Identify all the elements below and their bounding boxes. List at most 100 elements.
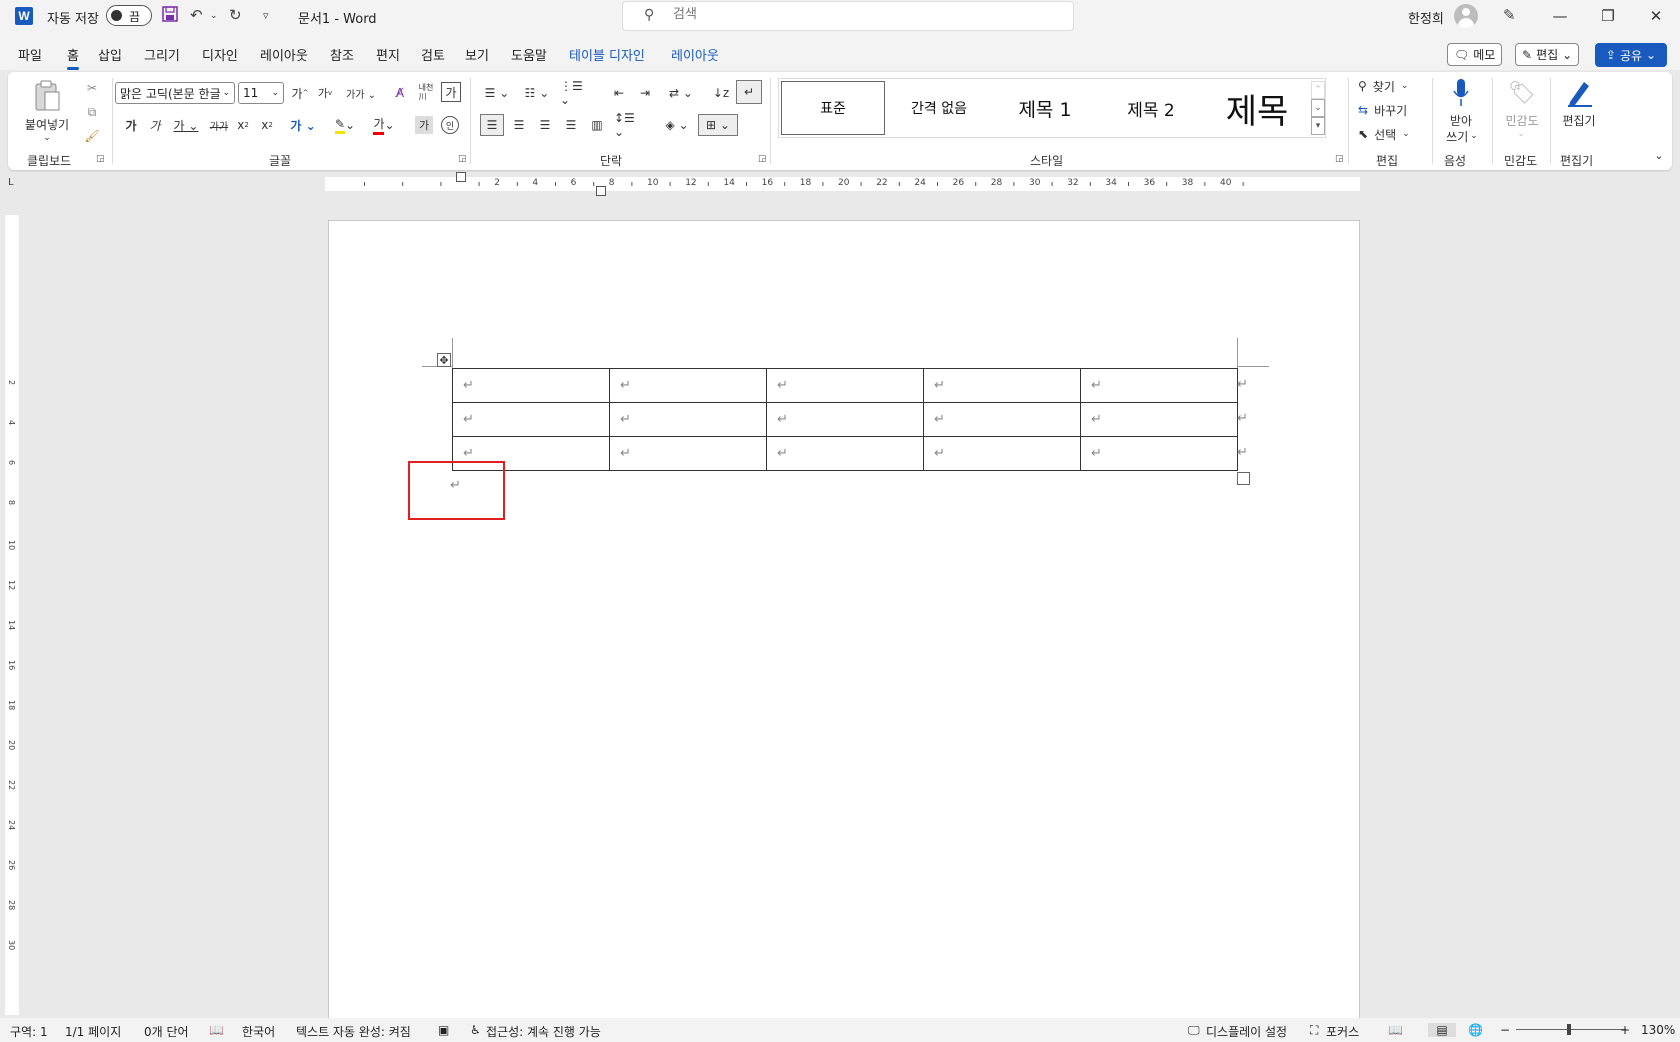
strikethrough-icon[interactable]: 가가 (208, 114, 230, 136)
save-icon[interactable] (162, 6, 178, 26)
font-size-select[interactable]: 11 ⌄ (238, 82, 284, 104)
document-table[interactable]: ↵ ↵ ↵ ↵ ↵ ↵ ↵ ↵ ↵ ↵ ↵ ↵ ↵ ↵ ↵ (452, 368, 1238, 471)
memo-button[interactable]: 🗨 메모 (1447, 43, 1503, 66)
table-cell[interactable]: ↵ (766, 368, 924, 403)
macro-icon[interactable]: ▣ (438, 1023, 449, 1037)
undo-icon[interactable]: ↶ (190, 6, 203, 24)
gallery-more-icon[interactable]: ▾ (1311, 117, 1325, 135)
styles-launcher-icon[interactable]: ◲ (1335, 154, 1344, 164)
tab-mailings[interactable]: 편지 (376, 45, 400, 64)
share-button[interactable]: ⇪ 공유 ⌄ (1595, 43, 1667, 67)
table-cell[interactable]: ↵ (609, 368, 767, 403)
customize-toolbar-icon[interactable]: ▿ (263, 9, 269, 22)
table-cell[interactable]: ↵ (1080, 368, 1238, 403)
sort-icon[interactable]: ↓z (710, 82, 732, 104)
justify-icon[interactable]: ☰ (560, 114, 582, 136)
web-layout-icon[interactable]: 🌐 (1468, 1023, 1483, 1037)
table-cell[interactable]: ↵ (923, 368, 1081, 403)
status-zoom[interactable]: 130% (1641, 1023, 1675, 1037)
bullets-icon[interactable]: ☰ ⌄ (480, 82, 514, 104)
status-autocomplete[interactable]: 텍스트 자동 완성: 켜짐 (296, 1023, 411, 1040)
change-case-icon[interactable]: 가가 ⌄ (344, 82, 378, 104)
table-cell[interactable]: ↵ (452, 402, 610, 437)
tab-table-layout[interactable]: 레이아웃 (671, 45, 719, 64)
zoom-out-icon[interactable]: − (1500, 1023, 1510, 1037)
gallery-down-icon[interactable]: ⌄ (1311, 99, 1325, 117)
text-effects-icon[interactable]: 가 ⌄ (288, 114, 318, 136)
gallery-up-icon[interactable]: ⌃ (1311, 81, 1325, 99)
status-words[interactable]: 0개 단어 (144, 1023, 189, 1040)
table-cell[interactable]: ↵ (766, 402, 924, 437)
table-row[interactable]: ↵ ↵ ↵ ↵ ↵ (452, 402, 1238, 437)
distributed-icon[interactable]: ▥ (586, 114, 608, 136)
table-move-handle-icon[interactable]: ✥ (437, 353, 451, 367)
proofing-icon[interactable]: 📖 (209, 1023, 224, 1037)
right-indent-marker[interactable] (596, 186, 606, 196)
align-left-icon[interactable]: ☰ (480, 114, 504, 136)
paste-label[interactable]: 붙여넣기 (20, 116, 74, 132)
paste-icon[interactable] (32, 78, 62, 114)
table-cell[interactable]: ↵ (1080, 402, 1238, 437)
phonetic-guide-icon[interactable]: 내천 川 (415, 80, 437, 104)
underline-icon[interactable]: 가 ⌄ (170, 114, 202, 136)
highlight-color-icon[interactable]: ✎ ⌄ (328, 114, 362, 136)
zoom-slider[interactable] (1516, 1029, 1626, 1030)
minimize-button[interactable]: — (1540, 4, 1580, 28)
zoom-slider-thumb[interactable] (1567, 1024, 1571, 1035)
line-spacing-icon[interactable]: ↕☰ ⌄ (614, 111, 648, 139)
font-name-select[interactable]: 맑은 고딕(본문 한글) ⌄ (115, 82, 235, 104)
status-display-settings[interactable]: 디스플레이 설정 (1206, 1023, 1287, 1040)
table-row[interactable]: ↵ ↵ ↵ ↵ ↵ (452, 368, 1238, 403)
vertical-ruler[interactable]: 2 4 6 8 10 12 14 16 18 20 22 24 26 28 30 (5, 215, 19, 1015)
table-cell[interactable]: ↵ (452, 368, 610, 403)
show-formatting-marks-icon[interactable]: ↵ (736, 80, 762, 104)
tab-references[interactable]: 참조 (330, 45, 354, 64)
increase-indent-icon[interactable]: ⇥ (634, 82, 656, 104)
microphone-icon[interactable] (1448, 76, 1474, 110)
clipboard-launcher-icon[interactable]: ◲ (96, 154, 105, 164)
pen-icon[interactable]: ✎ (1503, 6, 1516, 24)
tab-help[interactable]: 도움말 (511, 45, 547, 64)
select-button[interactable]: ⬉ 선택 ⌄ (1358, 124, 1430, 144)
character-border-icon[interactable]: 가 (441, 82, 461, 102)
tab-file[interactable]: 파일 (18, 45, 42, 64)
focus-icon[interactable]: ⛶ (1310, 1023, 1318, 1038)
shading-icon[interactable]: ◈ ⌄ (660, 114, 694, 136)
table-cell[interactable]: ↵ (609, 436, 767, 471)
bold-icon[interactable]: 가 (122, 114, 140, 136)
style-heading-2[interactable]: 제목 2 (1099, 81, 1203, 135)
editor-label[interactable]: 편집기 (1558, 112, 1600, 128)
tab-layout[interactable]: 레이아웃 (260, 45, 308, 64)
style-normal[interactable]: 표준 (781, 81, 885, 135)
borders-icon[interactable]: ⊞ ⌄ (698, 114, 738, 136)
redo-icon[interactable]: ↻ (229, 6, 242, 24)
tab-draw[interactable]: 그리기 (144, 45, 180, 64)
status-accessibility[interactable]: 접근성: 계속 진행 가능 (486, 1023, 601, 1040)
font-launcher-icon[interactable]: ◲ (458, 154, 467, 164)
status-language[interactable]: 한국어 (242, 1023, 275, 1040)
multilevel-list-icon[interactable]: ⋮☰ ⌄ (560, 79, 594, 107)
font-color-icon[interactable]: 가 ⌄ (368, 114, 400, 136)
decrease-indent-icon[interactable]: ⇤ (608, 82, 630, 104)
print-layout-icon[interactable]: ▤ (1428, 1023, 1456, 1037)
left-indent-marker[interactable] (456, 172, 466, 182)
style-title[interactable]: 제목 (1205, 81, 1309, 135)
undo-dropdown-icon[interactable]: ⌄ (210, 11, 218, 21)
table-resize-handle[interactable] (1237, 472, 1250, 485)
character-shading-icon[interactable]: 가 (415, 116, 433, 134)
clear-formatting-icon[interactable]: A̸ (389, 82, 411, 104)
table-cell[interactable]: ↵ (766, 436, 924, 471)
accessibility-icon[interactable]: ♿ (470, 1023, 481, 1037)
editing-mode-button[interactable]: ✎ 편집 ⌄ (1515, 43, 1580, 66)
table-cell[interactable]: ↵ (923, 436, 1081, 471)
tab-table-design[interactable]: 테이블 디자인 (569, 45, 645, 64)
restore-button[interactable]: ❐ (1588, 4, 1628, 28)
paste-dropdown-icon[interactable]: ⌄ (40, 132, 54, 144)
style-heading-1[interactable]: 제목 1 (993, 81, 1097, 135)
table-cell[interactable]: ↵ (1080, 436, 1238, 471)
subscript-icon[interactable]: x2 (234, 114, 252, 136)
document-page[interactable] (328, 220, 1360, 1020)
table-row[interactable]: ↵ ↵ ↵ ↵ ↵ (452, 436, 1238, 471)
tab-design[interactable]: 디자인 (202, 45, 238, 64)
italic-icon[interactable]: 가 (146, 114, 164, 136)
